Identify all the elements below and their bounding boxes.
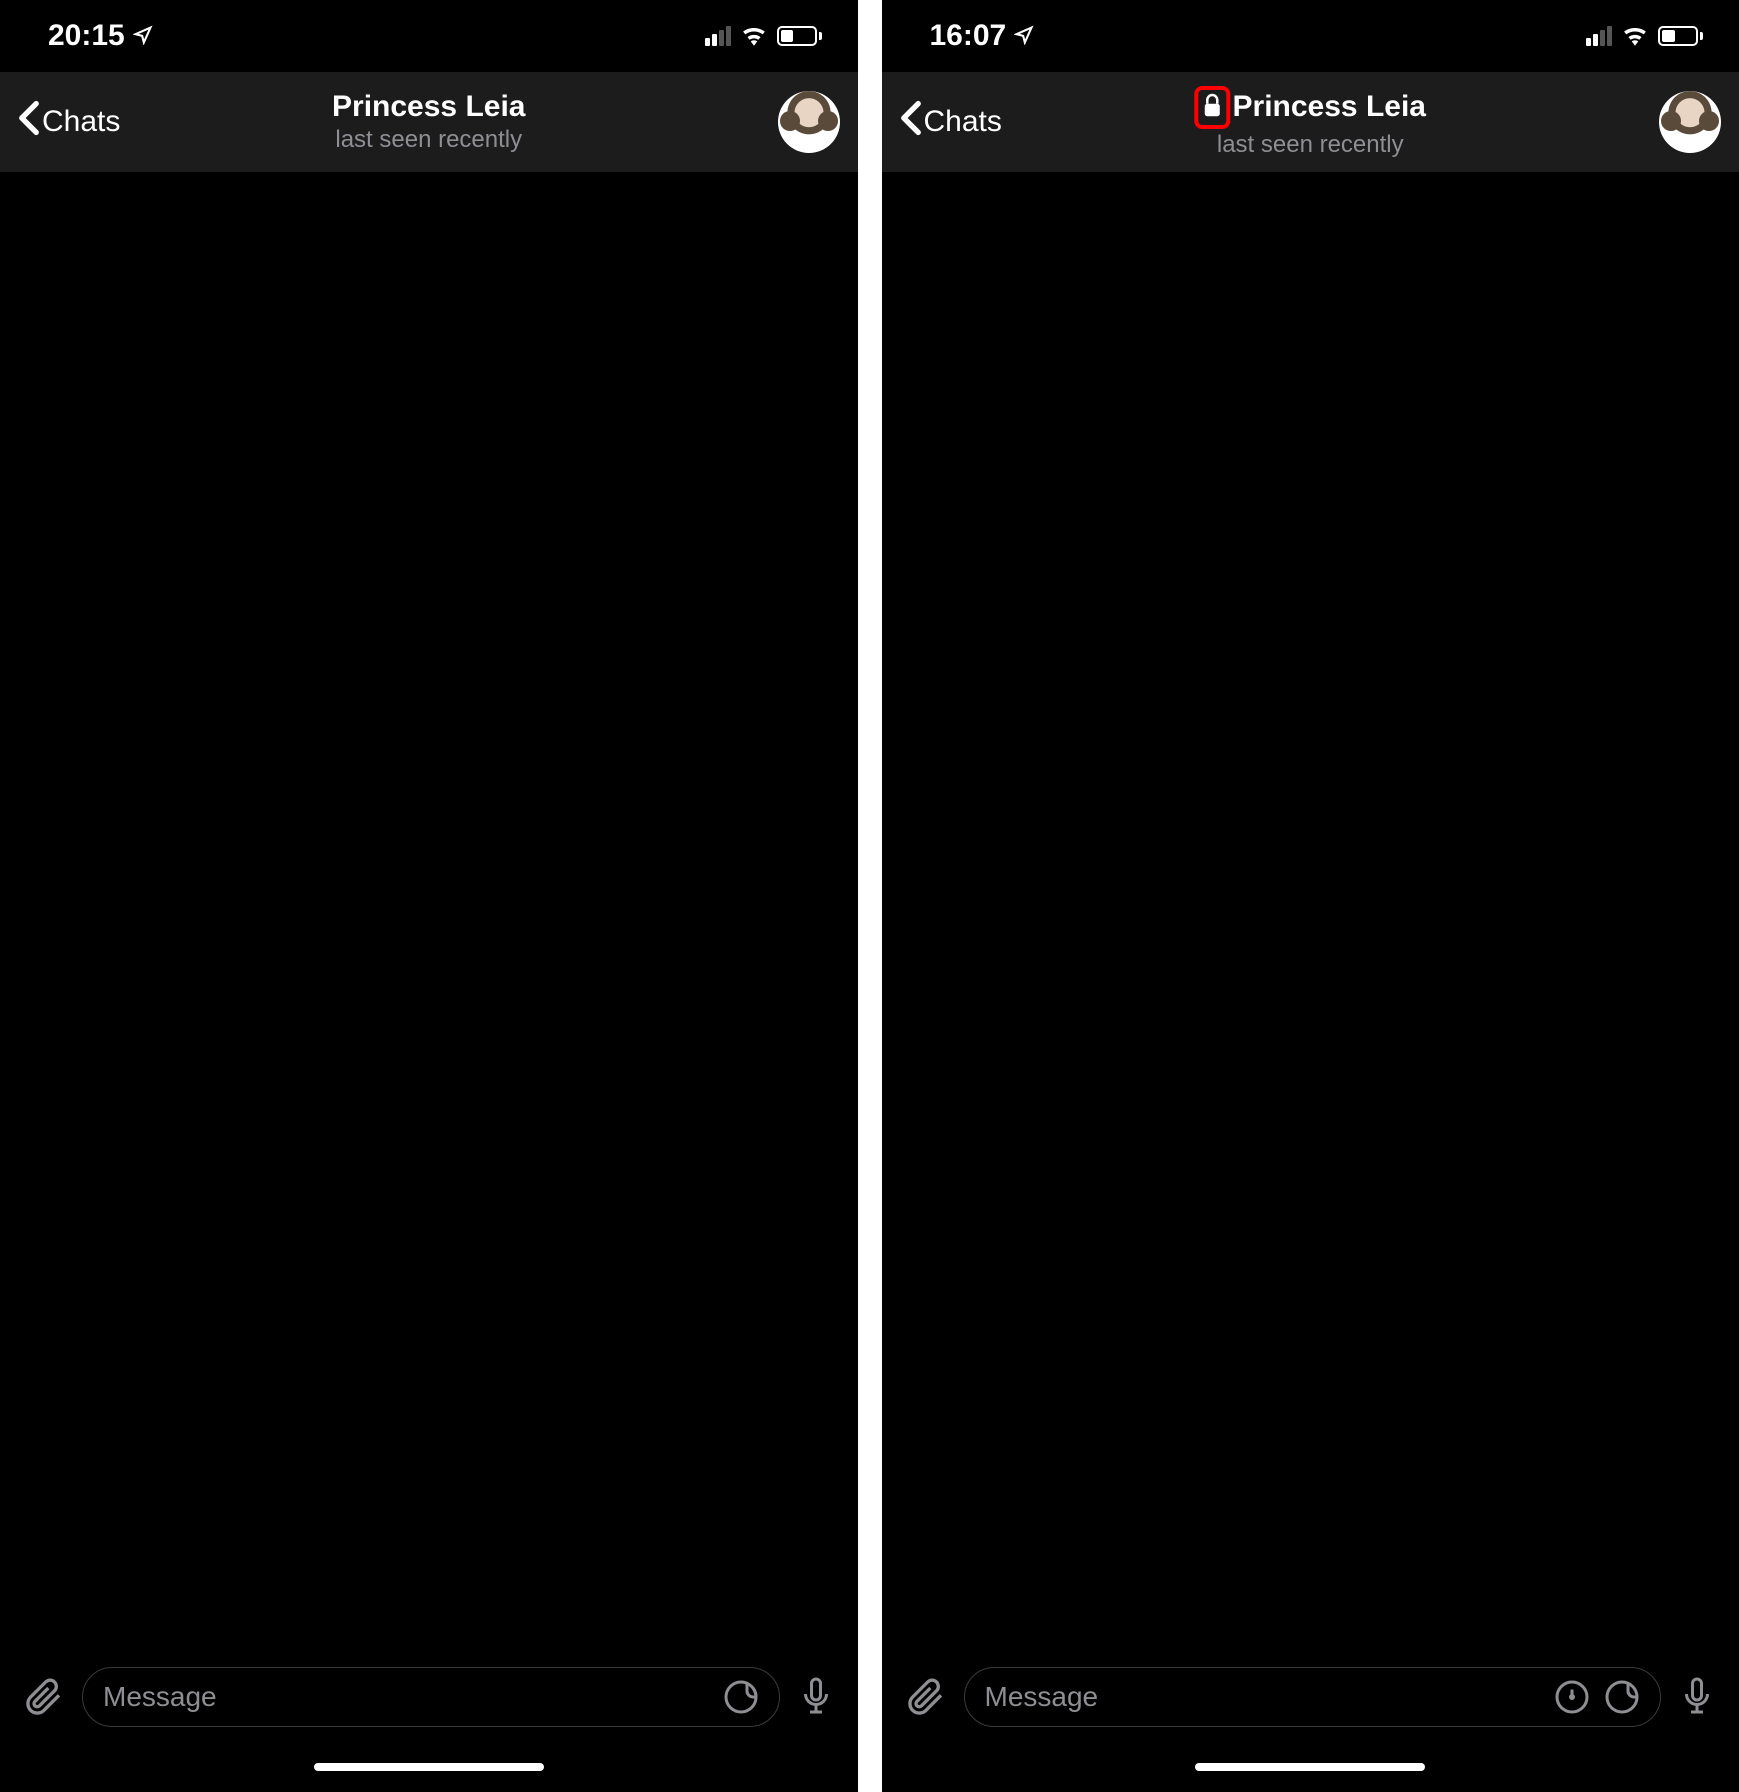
comparison-container: 20:15 — [0, 0, 1739, 1792]
timer-icon[interactable] — [1554, 1679, 1590, 1715]
back-button[interactable]: Chats — [900, 100, 1002, 144]
attach-icon[interactable] — [906, 1677, 946, 1717]
attach-icon[interactable] — [24, 1677, 64, 1717]
header-title-area[interactable]: Princess Leia last seen recently — [1195, 86, 1426, 159]
wifi-icon — [1622, 26, 1648, 46]
home-indicator[interactable] — [0, 1742, 858, 1792]
lock-highlight-annotation — [1195, 86, 1231, 129]
wifi-icon — [741, 26, 767, 46]
signal-icon — [705, 26, 731, 46]
avatar[interactable] — [778, 91, 840, 153]
lock-icon — [1203, 92, 1223, 123]
status-bar: 16:07 — [882, 0, 1739, 72]
battery-icon — [1658, 26, 1703, 46]
status-right — [1586, 26, 1703, 46]
status-bar: 20:15 — [0, 0, 858, 72]
back-label: Chats — [924, 105, 1002, 139]
chat-header: Chats Princess Leia last seen recently — [0, 72, 858, 172]
chat-body[interactable] — [882, 172, 1739, 1652]
location-icon — [133, 19, 153, 53]
status-left: 20:15 — [48, 19, 153, 53]
chevron-left-icon — [900, 100, 922, 144]
status-time: 20:15 — [48, 19, 125, 53]
phone-screen-left: 20:15 — [0, 0, 870, 1792]
contact-name: Princess Leia — [1233, 90, 1426, 124]
status-left: 16:07 — [930, 19, 1035, 53]
mic-icon[interactable] — [798, 1676, 834, 1718]
input-bar: Message — [882, 1652, 1739, 1742]
message-input[interactable]: Message — [964, 1667, 1662, 1727]
sticker-icon[interactable] — [1604, 1679, 1640, 1715]
chat-header: Chats Princess Leia last seen recently — [882, 72, 1739, 172]
message-input[interactable]: Message — [82, 1667, 780, 1727]
location-icon — [1014, 19, 1034, 53]
avatar[interactable] — [1659, 91, 1721, 153]
contact-status: last seen recently — [335, 126, 522, 154]
contact-name: Princess Leia — [332, 90, 525, 124]
status-right — [705, 26, 822, 46]
header-title-area[interactable]: Princess Leia last seen recently — [332, 90, 525, 154]
sticker-icon[interactable] — [723, 1679, 759, 1715]
message-placeholder: Message — [985, 1681, 1099, 1713]
battery-icon — [777, 26, 822, 46]
phone-screen-right: 16:07 — [870, 0, 1739, 1792]
input-bar: Message — [0, 1652, 858, 1742]
signal-icon — [1586, 26, 1612, 46]
contact-status: last seen recently — [1217, 131, 1404, 159]
home-indicator[interactable] — [882, 1742, 1739, 1792]
chat-body[interactable] — [0, 172, 858, 1652]
status-time: 16:07 — [930, 19, 1007, 53]
chevron-left-icon — [18, 100, 40, 144]
back-button[interactable]: Chats — [18, 100, 120, 144]
mic-icon[interactable] — [1679, 1676, 1715, 1718]
back-label: Chats — [42, 105, 120, 139]
message-placeholder: Message — [103, 1681, 217, 1713]
